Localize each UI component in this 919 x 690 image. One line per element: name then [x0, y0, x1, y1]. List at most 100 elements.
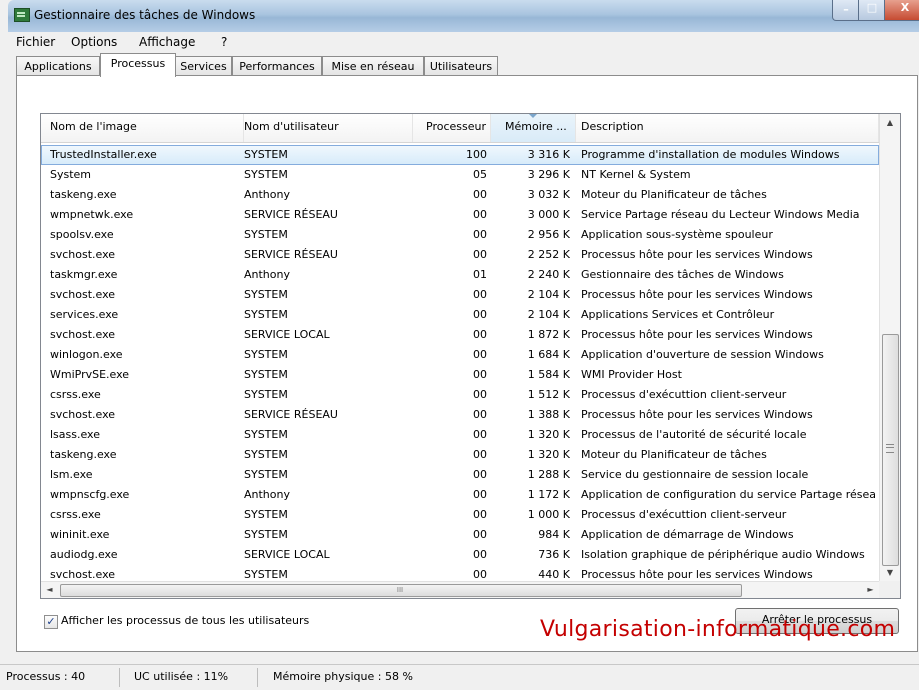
vertical-scrollbar[interactable]: ▲ ▼: [879, 114, 900, 581]
scroll-left-arrow-icon[interactable]: ◄: [41, 582, 58, 598]
process-image-name: winlogon.exe: [50, 348, 123, 361]
process-user-name: SERVICE LOCAL: [244, 328, 330, 341]
process-row[interactable]: System SYSTEM 05 3 296 K NT Kernel & System: [41, 165, 879, 185]
process-image-name: svchost.exe: [50, 328, 116, 341]
status-separator: [257, 668, 258, 687]
process-cpu: 05: [473, 168, 487, 181]
process-cpu: 00: [473, 468, 487, 481]
tab-utilisateurs[interactable]: Utilisateurs: [424, 56, 498, 76]
process-row[interactable]: taskmgr.exe Anthony 01 2 240 K Gestionnaire …: [41, 265, 879, 285]
process-description: Moteur du Planificateur de tâches: [581, 188, 767, 201]
menu-help[interactable]: ?: [221, 35, 227, 49]
process-memory: 3 032 K: [527, 188, 570, 201]
process-description: Service Partage réseau du Lecteur Window…: [581, 208, 860, 221]
process-row[interactable]: TrustedInstaller.exe SYSTEM 100 3 316 K Prog…: [41, 145, 879, 165]
process-image-name: spoolsv.exe: [50, 228, 114, 241]
process-rows: TrustedInstaller.exe SYSTEM 100 3 316 K Prog…: [41, 145, 879, 585]
process-row[interactable]: winlogon.exe SYSTEM 00 1 684 K Application d…: [41, 345, 879, 365]
maximize-icon: □: [866, 1, 878, 14]
process-cpu: 00: [473, 528, 487, 541]
process-image-name: csrss.exe: [50, 388, 101, 401]
processes-tab-panel: Nom de l'image Nom d'utilisateur Process…: [16, 75, 918, 652]
process-cpu: 00: [473, 248, 487, 261]
minimize-button[interactable]: –: [832, 0, 860, 21]
process-description: Processus hôte pour les services Windows: [581, 408, 813, 421]
process-memory: 1 684 K: [527, 348, 570, 361]
column-header-cpu[interactable]: Processeur: [413, 114, 491, 142]
process-cpu: 00: [473, 288, 487, 301]
process-memory: 1 000 K: [527, 508, 570, 521]
process-list[interactable]: Nom de l'image Nom d'utilisateur Process…: [40, 113, 901, 599]
process-row[interactable]: spoolsv.exe SYSTEM 00 2 956 K Application so…: [41, 225, 879, 245]
tab-mise-en-reseau[interactable]: Mise en réseau: [322, 56, 424, 76]
process-row[interactable]: svchost.exe SERVICE RÉSEAU 00 1 388 K Proces…: [41, 405, 879, 425]
process-description: Processus d'exécuttion client-serveur: [581, 388, 787, 401]
menu-affichage[interactable]: Affichage: [139, 35, 195, 49]
vertical-scroll-thumb[interactable]: [882, 334, 899, 566]
process-image-name: wininit.exe: [50, 528, 110, 541]
process-user-name: SYSTEM: [244, 368, 288, 381]
process-row[interactable]: taskeng.exe SYSTEM 00 1 320 K Moteur du Plan…: [41, 445, 879, 465]
process-image-name: services.exe: [50, 308, 119, 321]
process-image-name: svchost.exe: [50, 248, 116, 261]
process-row[interactable]: svchost.exe SERVICE RÉSEAU 00 2 252 K Proces…: [41, 245, 879, 265]
process-memory: 1 288 K: [527, 468, 570, 481]
process-user-name: SYSTEM: [244, 528, 288, 541]
close-button[interactable]: X: [884, 0, 919, 21]
process-list-header: Nom de l'image Nom d'utilisateur Process…: [41, 114, 879, 143]
process-row[interactable]: svchost.exe SYSTEM 00 2 104 K Processus hôte…: [41, 285, 879, 305]
status-bar: Processus : 40 UC utilisée : 11% Mémoire…: [0, 664, 919, 690]
process-cpu: 00: [473, 448, 487, 461]
checkbox-check-icon[interactable]: ✓: [44, 615, 58, 629]
process-row[interactable]: lsm.exe SYSTEM 00 1 288 K Service du gestion…: [41, 465, 879, 485]
process-row[interactable]: csrss.exe SYSTEM 00 1 000 K Processus d'exéc…: [41, 505, 879, 525]
process-row[interactable]: wmpnscfg.exe Anthony 00 1 172 K Application …: [41, 485, 879, 505]
process-image-name: lsass.exe: [50, 428, 100, 441]
process-cpu: 00: [473, 208, 487, 221]
process-cpu: 00: [473, 368, 487, 381]
column-header-description[interactable]: Description: [576, 114, 879, 142]
process-memory: 2 104 K: [527, 308, 570, 321]
horizontal-scrollbar[interactable]: ◄ III ►: [41, 581, 879, 598]
tab-strip: Applications Processus Services Performa…: [16, 53, 916, 77]
horizontal-scroll-thumb[interactable]: III: [60, 584, 742, 597]
process-memory: 2 104 K: [527, 288, 570, 301]
process-row[interactable]: WmiPrvSE.exe SYSTEM 00 1 584 K WMI Provider …: [41, 365, 879, 385]
scroll-down-arrow-icon[interactable]: ▼: [880, 564, 900, 581]
scroll-right-arrow-icon[interactable]: ►: [862, 582, 879, 598]
process-memory: 3 316 K: [527, 148, 570, 161]
process-row[interactable]: wmpnetwk.exe SERVICE RÉSEAU 00 3 000 K Servi…: [41, 205, 879, 225]
tab-applications[interactable]: Applications: [16, 56, 100, 76]
title-bar[interactable]: Gestionnaire des tâches de Windows – □ X: [8, 0, 919, 32]
maximize-button[interactable]: □: [858, 0, 886, 21]
menu-bar: Fichier Options Affichage ?: [8, 32, 919, 52]
column-header-image-name[interactable]: Nom de l'image: [41, 114, 244, 142]
process-row[interactable]: wininit.exe SYSTEM 00 984 K Application de d…: [41, 525, 879, 545]
column-header-user-name[interactable]: Nom d'utilisateur: [244, 114, 413, 142]
process-row[interactable]: taskeng.exe Anthony 00 3 032 K Moteur du Pla…: [41, 185, 879, 205]
process-description: Applications Services et Contrôleur: [581, 308, 775, 321]
process-row[interactable]: services.exe SYSTEM 00 2 104 K Applications …: [41, 305, 879, 325]
process-image-name: wmpnetwk.exe: [50, 208, 134, 221]
process-user-name: SYSTEM: [244, 428, 288, 441]
process-image-name: TrustedInstaller.exe: [50, 148, 157, 161]
process-image-name: svchost.exe: [50, 288, 116, 301]
process-cpu: 00: [473, 228, 487, 241]
menu-fichier[interactable]: Fichier: [16, 35, 55, 49]
process-memory: 2 240 K: [527, 268, 570, 281]
process-description: NT Kernel & System: [581, 168, 691, 181]
tab-services[interactable]: Services: [175, 56, 232, 76]
tab-performances[interactable]: Performances: [232, 56, 322, 76]
column-header-memory[interactable]: Mémoire ...: [491, 114, 576, 142]
process-row[interactable]: csrss.exe SYSTEM 00 1 512 K Processus d'exéc…: [41, 385, 879, 405]
process-row[interactable]: audiodg.exe SERVICE LOCAL 00 736 K Isolation…: [41, 545, 879, 565]
process-memory: 1 512 K: [527, 388, 570, 401]
process-memory: 1 388 K: [527, 408, 570, 421]
scroll-up-arrow-icon[interactable]: ▲: [880, 114, 900, 131]
tab-processus[interactable]: Processus: [100, 53, 176, 77]
process-image-name: taskeng.exe: [50, 448, 117, 461]
process-memory: 3 296 K: [527, 168, 570, 181]
process-row[interactable]: svchost.exe SERVICE LOCAL 00 1 872 K Process…: [41, 325, 879, 345]
menu-options[interactable]: Options: [71, 35, 117, 49]
process-row[interactable]: lsass.exe SYSTEM 00 1 320 K Processus de l'a…: [41, 425, 879, 445]
